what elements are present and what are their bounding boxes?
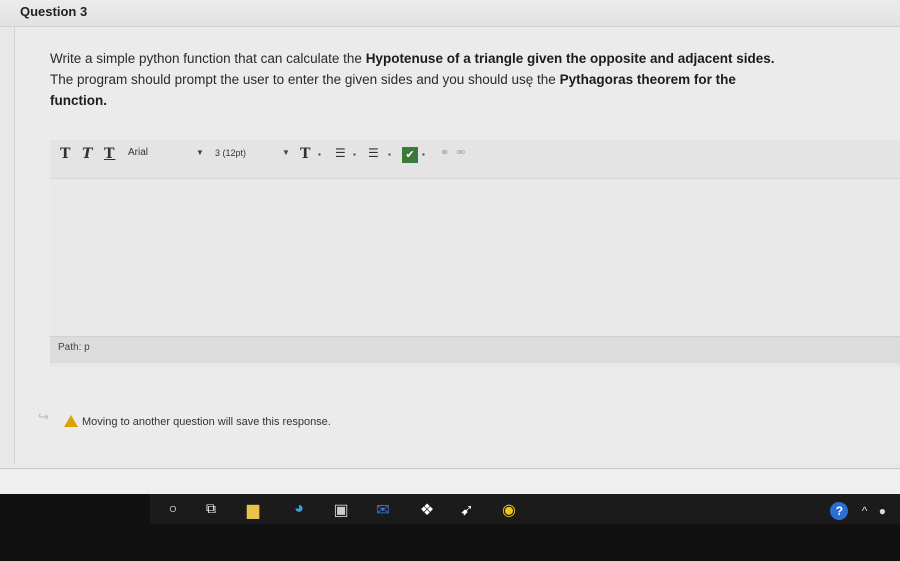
question-prompt: Write a simple python function that can … (50, 48, 850, 111)
link-icon[interactable]: ⚭ (440, 146, 449, 159)
font-size-dropdown-icon[interactable]: ▼ (282, 148, 290, 157)
editor-path: Path: p (58, 342, 90, 353)
file-explorer-icon[interactable]: ▆ (242, 500, 264, 520)
prompt-text-2: The program should prompt the user to en… (50, 72, 560, 87)
underline-format-button[interactable]: T (104, 146, 115, 162)
editor-path-bar: Path: p (50, 336, 900, 363)
search-icon[interactable]: ○ (162, 500, 184, 516)
numbered-list-icon[interactable]: ☰ (368, 146, 379, 160)
chrome-icon[interactable]: ◉ (498, 500, 520, 520)
edge-icon[interactable]: ◕ (288, 500, 310, 518)
text-color-dropdown-icon[interactable]: ▪ (318, 150, 321, 159)
prompt-bold-3: function. (50, 93, 107, 108)
prompt-bold-1: Hypotenuse of a triangle given the oppos… (365, 51, 775, 66)
tray-icon[interactable]: ● (879, 504, 886, 518)
font-family-select[interactable]: Arial (128, 147, 148, 158)
mail-icon[interactable]: ✉ (372, 500, 394, 520)
arrow-icon: ↪ (38, 409, 49, 424)
save-warning: Moving to another question will save thi… (64, 413, 331, 428)
font-size-select[interactable]: 3 (12pt) (215, 148, 246, 158)
dropbox-icon[interactable]: ❖ (416, 500, 438, 520)
prompt-bold-2: Pythagoras theorem for the (559, 72, 736, 87)
app-icon[interactable]: ➹ (456, 500, 478, 520)
system-tray: ? ^ ● (830, 502, 886, 520)
prompt-text-1: Write a simple python function that can … (50, 51, 366, 66)
answer-text-area[interactable] (50, 179, 900, 336)
font-family-dropdown-icon[interactable]: ▼ (196, 148, 204, 157)
save-warning-text: Moving to another question will save thi… (82, 416, 331, 428)
page-footer-area (0, 469, 900, 494)
windows-taskbar: ○ ⧉ ▆ ◕ ▣ ✉ ❖ ➹ ◉ ? ^ ● (0, 494, 900, 561)
warning-icon (64, 415, 78, 427)
editor-toolbar: T T T Arial ▼ 3 (12pt) ▼ T ▪ ☰ ▪ ☰ ▪ ✔ ▪… (50, 140, 900, 179)
question-title: Question 3 (20, 4, 88, 19)
bullet-list-dropdown-icon[interactable]: ▪ (353, 150, 356, 159)
taskbar-strip: ○ ⧉ ▆ ◕ ▣ ✉ ❖ ➹ ◉ (150, 494, 900, 524)
text-color-icon[interactable]: T (300, 146, 311, 162)
numbered-list-dropdown-icon[interactable]: ▪ (388, 150, 391, 159)
spellcheck-icon[interactable]: ✔ (402, 147, 418, 163)
bold-format-button[interactable]: T (60, 146, 71, 162)
spellcheck-dropdown-icon[interactable]: ▪ (422, 150, 425, 159)
bullet-list-icon[interactable]: ☰ (335, 146, 346, 160)
help-icon[interactable]: ? (830, 502, 849, 520)
task-view-icon[interactable]: ⧉ (200, 500, 222, 517)
rich-text-editor: T T T Arial ▼ 3 (12pt) ▼ T ▪ ☰ ▪ ☰ ▪ ✔ ▪… (50, 140, 900, 367)
unlink-icon[interactable]: ⚮ (456, 146, 465, 159)
show-hidden-icons-icon[interactable]: ^ (862, 504, 868, 518)
store-icon[interactable]: ▣ (330, 500, 352, 520)
question-header: Question 3 (0, 0, 900, 27)
italic-format-button[interactable]: T (82, 146, 93, 162)
